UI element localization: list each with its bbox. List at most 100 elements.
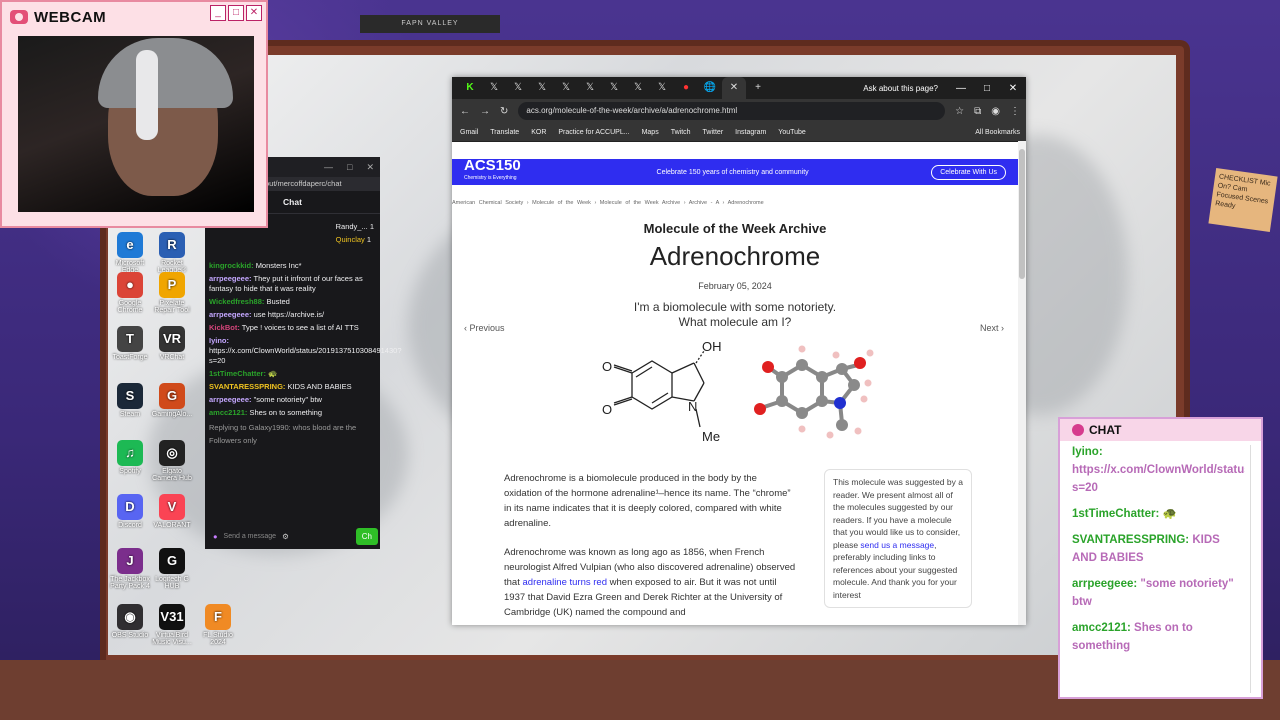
chat-username[interactable]: KickBot: bbox=[209, 323, 240, 332]
close-icon[interactable]: ✕ bbox=[246, 5, 262, 21]
desktop-icon[interactable]: ● Google Chrome bbox=[108, 272, 152, 314]
tab-x[interactable]: 𝕏 bbox=[602, 77, 626, 99]
reader-suggestion-note: This molecule was suggested by a reader.… bbox=[824, 469, 972, 608]
minimize-icon[interactable]: — bbox=[948, 83, 974, 94]
chat-username[interactable]: arrpeegeee: bbox=[209, 274, 252, 283]
desktop-icon[interactable]: T ToastForge bbox=[108, 326, 152, 361]
back-icon[interactable]: ← bbox=[460, 106, 470, 117]
adrenaline-turns-red-link[interactable]: adrenaline turns red bbox=[523, 577, 608, 588]
desktop-icon[interactable]: V VALORANT bbox=[150, 494, 194, 529]
bookmark-item[interactable]: Gmail bbox=[460, 129, 478, 136]
overlay-message: Iyino: https://x.com/ClownWorld/status/2… bbox=[1072, 443, 1245, 497]
bookmark-item[interactable]: Twitter bbox=[703, 129, 724, 136]
url-input[interactable]: acs.org/molecule-of-the-week/archive/a/a… bbox=[518, 102, 946, 120]
browser-window: K 𝕏 𝕏 𝕏 𝕏 𝕏 𝕏 𝕏 𝕏 ● 🌐 ✕ + Ask about this… bbox=[452, 77, 1026, 625]
tab-kick[interactable]: K bbox=[458, 77, 482, 99]
article-body: Adrenochrome is a biomolecule produced i… bbox=[504, 471, 796, 625]
app-icon: R bbox=[159, 232, 185, 258]
scrollbar-thumb[interactable] bbox=[1019, 149, 1025, 279]
desktop-icon[interactable]: V31 VirtualBird Music Visu... bbox=[150, 604, 194, 646]
chat-username[interactable]: kingrockkid: bbox=[209, 261, 254, 270]
tab-youtube[interactable]: ● bbox=[674, 77, 698, 99]
mic-icon[interactable]: ● bbox=[213, 532, 218, 541]
send-message-link[interactable]: send us a message bbox=[860, 540, 934, 550]
bookmark-item[interactable]: YouTube bbox=[778, 129, 806, 136]
tab-x[interactable]: 𝕏 bbox=[530, 77, 554, 99]
desktop-icon[interactable]: R Rocket League® bbox=[150, 232, 194, 274]
paragraph-1: Adrenochrome is a biomolecule produced i… bbox=[504, 473, 791, 529]
overlay-scrollbar[interactable] bbox=[1250, 445, 1259, 693]
overlay-text: https://x.com/ClownWorld/status/20191375… bbox=[1072, 464, 1245, 494]
tab-x[interactable]: 𝕏 bbox=[650, 77, 674, 99]
chat-username[interactable]: Iyino: bbox=[209, 336, 229, 345]
minimize-icon[interactable]: — bbox=[324, 162, 333, 172]
page-scrollbar[interactable] bbox=[1018, 141, 1026, 625]
menu-icon[interactable]: ⋮ bbox=[1010, 106, 1020, 117]
chat-text: https://x.com/ClownWorld/status/20191375… bbox=[209, 346, 402, 365]
chat-username[interactable]: 1stTimeChatter: bbox=[209, 369, 266, 378]
new-tab-button[interactable]: + bbox=[746, 77, 770, 99]
next-link[interactable]: Next › bbox=[980, 323, 1004, 333]
sticky-note: CHECKLIST Mic On? Cam Focused Scenes Rea… bbox=[1208, 167, 1278, 233]
desktop-icon[interactable]: G GamingAlo... bbox=[150, 383, 194, 418]
tab-x[interactable]: 𝕏 bbox=[626, 77, 650, 99]
tab-acs-active[interactable]: ✕ bbox=[722, 77, 746, 99]
app-icon: ◉ bbox=[117, 604, 143, 630]
desktop-icon[interactable]: G Logitech G HUB bbox=[150, 548, 194, 590]
bookmark-item[interactable]: KOR bbox=[531, 129, 546, 136]
maximize-icon[interactable]: □ bbox=[228, 5, 244, 21]
tab-x[interactable]: 𝕏 bbox=[482, 77, 506, 99]
desktop-icon[interactable]: VR VRChat bbox=[150, 326, 194, 361]
bookmark-item[interactable]: Maps bbox=[642, 129, 659, 136]
chat-message: arrpeegeee: They put it infront of our f… bbox=[209, 274, 376, 294]
chat-username[interactable]: arrpeegeee: bbox=[209, 310, 252, 319]
desktop-icon[interactable]: ◎ Elgato Camera Hub bbox=[150, 440, 194, 482]
chat-message-list[interactable]: kingrockkid: Monsters Inc* arrpeegeee: Th… bbox=[205, 261, 402, 418]
tab-generic[interactable]: 🌐 bbox=[698, 77, 722, 99]
maximize-icon[interactable]: □ bbox=[347, 162, 352, 172]
desktop-icon[interactable]: e Microsoft Edge bbox=[108, 232, 152, 274]
bookmark-star-icon[interactable]: ☆ bbox=[955, 106, 964, 117]
chat-button[interactable]: Ch bbox=[355, 527, 378, 545]
bookmark-item[interactable]: All Bookmarks bbox=[975, 129, 1020, 136]
methyl-label: Me bbox=[702, 429, 720, 444]
settings-icon[interactable]: ⚙ bbox=[282, 532, 289, 541]
reload-icon[interactable]: ↻ bbox=[500, 106, 508, 117]
app-icon: ◎ bbox=[159, 440, 185, 466]
maximize-icon[interactable]: □ bbox=[974, 83, 1000, 94]
chat-username[interactable]: amcc2121: bbox=[209, 408, 247, 417]
tab-x[interactable]: 𝕏 bbox=[506, 77, 530, 99]
profile-icon[interactable]: ◉ bbox=[991, 106, 1000, 117]
close-icon[interactable]: ✕ bbox=[366, 162, 374, 173]
breadcrumb[interactable]: American Chemical Society › Molecule of … bbox=[452, 200, 764, 206]
ask-about-page[interactable]: Ask about this page? bbox=[853, 84, 948, 93]
desktop-icon[interactable]: ♫ Spotify bbox=[108, 440, 152, 475]
desktop-icon[interactable]: S Steam bbox=[108, 383, 152, 418]
leader-right: Randy_... 1 Quinclay 1 bbox=[335, 222, 374, 244]
bookmark-item[interactable]: Practice for ACCUPL... bbox=[558, 129, 629, 136]
forward-icon[interactable]: → bbox=[480, 106, 490, 117]
chat-username[interactable]: SVANTARESSPRING: bbox=[209, 382, 285, 391]
chat-username[interactable]: arrpeegeee: bbox=[209, 395, 252, 404]
bookmark-item[interactable]: Translate bbox=[490, 129, 519, 136]
minimize-icon[interactable]: _ bbox=[210, 5, 226, 21]
desktop-icon[interactable]: D Discord bbox=[108, 494, 152, 529]
desktop-icon[interactable]: P Pixelate Repair Tool bbox=[150, 272, 194, 314]
extensions-icon[interactable]: ⧉ bbox=[974, 106, 981, 117]
desktop-icon[interactable]: F FL Studio 2024 bbox=[196, 604, 240, 646]
webcam-window-controls: _ □ ✕ bbox=[210, 5, 262, 21]
send-message-input[interactable]: Send a message bbox=[224, 533, 277, 540]
bookmark-item[interactable]: Instagram bbox=[735, 129, 766, 136]
tab-x[interactable]: 𝕏 bbox=[578, 77, 602, 99]
app-icon: J bbox=[117, 548, 143, 574]
bookmark-item[interactable]: Twitch bbox=[671, 129, 691, 136]
previous-link[interactable]: ‹ Previous bbox=[464, 323, 505, 333]
celebrate-button[interactable]: Celebrate With Us bbox=[931, 164, 1006, 180]
desktop-icon[interactable]: ◉ OBS Studio bbox=[108, 604, 152, 639]
tab-x[interactable]: 𝕏 bbox=[554, 77, 578, 99]
acs-logo[interactable]: ACS150 Chemistry is Everything bbox=[452, 158, 534, 184]
chat-username[interactable]: Wickedfresh88: bbox=[209, 297, 264, 306]
chat-bubble-icon bbox=[1072, 424, 1084, 436]
close-icon[interactable]: ✕ bbox=[1000, 83, 1026, 94]
desktop-icon[interactable]: J The Jackbox Party Pack 4 bbox=[108, 548, 152, 590]
